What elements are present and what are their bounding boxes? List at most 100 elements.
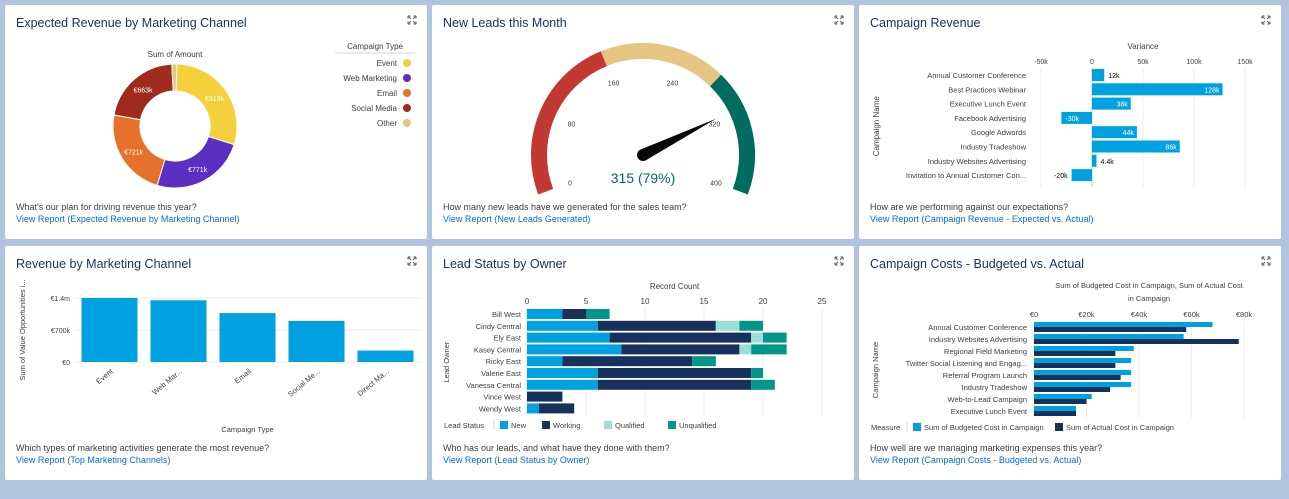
gauge-tick-label: 0 [568, 180, 572, 187]
category-label: Industry Tradeshow [962, 383, 1028, 392]
x-tick-label: €40k [1131, 310, 1148, 319]
expand-icon[interactable] [834, 15, 844, 25]
legend-label: Unqualified [679, 421, 717, 430]
category-label: Web-to-Lead Campaign [948, 395, 1028, 404]
stacked-bar-segment [527, 403, 539, 414]
channel-bar [288, 320, 345, 362]
x-tick-label: 150k [1237, 59, 1253, 66]
category-label: Industry Websites Advertising [928, 157, 1026, 166]
category-label: Best Practices Webinar [948, 85, 1026, 94]
legend-swatch [403, 104, 411, 112]
legend-label: Social Media [351, 104, 397, 113]
card-question: What's our plan for driving revenue this… [16, 202, 197, 212]
x-axis-label: Variance [1128, 42, 1160, 51]
stacked-bar-segment [751, 332, 763, 343]
gauge-needle [640, 118, 717, 161]
gauge-band [709, 74, 755, 195]
view-report-link[interactable]: View Report (Top Marketing Channels) [16, 455, 170, 465]
channel-bar [150, 300, 207, 362]
stacked-bar-segment [751, 344, 787, 355]
stacked-bar-segment [597, 320, 716, 331]
category-label: Wendy West [479, 404, 522, 413]
variance-bar [1071, 169, 1092, 182]
x-tick-label: 100k [1186, 59, 1202, 66]
legend-label: Sum of Actual Cost in Campaign [1066, 423, 1174, 432]
expand-icon[interactable] [407, 256, 417, 266]
stacked-bar-segment [609, 332, 752, 343]
category-label: Kasey Central [474, 345, 521, 354]
x-tick-label: Email [233, 366, 253, 385]
cost-bar [1034, 370, 1132, 375]
y-tick-label: €1.4m [51, 296, 71, 303]
gauge-tick-label: 160 [608, 81, 620, 88]
gauge-chart: 0 80 160 240 320 400 315 (79%) [531, 43, 755, 195]
category-label: Annual Customer Conference [927, 71, 1026, 80]
x-axis-label: Record Count [650, 282, 700, 291]
card-question: Which types of marketing activities gene… [16, 443, 270, 453]
card-title: Expected Revenue by Marketing Channel [16, 16, 247, 30]
view-report-link[interactable]: View Report (New Leads Generated) [443, 214, 590, 224]
category-label: Vince West [483, 393, 522, 402]
data-label: 38k [1116, 102, 1128, 109]
chart-subtitle: Sum of Amount [148, 50, 203, 59]
cost-bar [1034, 346, 1134, 351]
x-tick-label: 10 [641, 297, 650, 306]
view-report-link[interactable]: View Report (Lead Status by Owner) [443, 455, 589, 465]
category-label: Regional Field Marketing [944, 347, 1027, 356]
legend-swatch [403, 74, 411, 82]
data-label: 44k [1123, 130, 1135, 137]
x-tick-label: 0 [525, 297, 530, 306]
expand-icon[interactable] [1261, 15, 1271, 25]
expand-icon[interactable] [1261, 256, 1271, 266]
stacked-bar-segment [527, 391, 563, 402]
variance-bar [1092, 83, 1223, 96]
x-tick-label: 5 [584, 297, 589, 306]
legend-swatch [913, 423, 921, 431]
legend-label: New [511, 421, 527, 430]
card-campaign-costs: Campaign Costs - Budgeted vs. Actual Sum… [859, 246, 1281, 480]
lead-status-chart: Record Count 0 5 10 15 20 25 Lead Owner Bill Wes… [442, 282, 827, 430]
x-tick-label: €80k [1236, 310, 1253, 319]
view-report-link[interactable]: View Report (Campaign Revenue - Expected… [870, 214, 1093, 224]
view-report-link[interactable]: View Report (Campaign Costs - Budgeted v… [870, 455, 1081, 465]
card-campaign-revenue: Campaign Revenue Variance -50k 0 50k 100k 150… [859, 5, 1281, 239]
card-title: Campaign Costs - Budgeted vs. Actual [870, 257, 1085, 271]
category-label: Google Adwords [971, 128, 1026, 137]
card-question: How are we performing against our expect… [870, 202, 1069, 212]
stacked-bar-segment [538, 403, 575, 414]
category-label: Executive Lunch Event [951, 407, 1028, 416]
legend-swatch [1055, 423, 1063, 431]
category-label: Twitter Social Listening and Engag... [906, 359, 1027, 368]
legend-title: Lead Status [444, 421, 484, 430]
cost-bar [1034, 322, 1213, 327]
x-tick-label: 15 [700, 297, 709, 306]
stacked-bar-segment [562, 309, 586, 319]
stacked-bar-segment [751, 379, 775, 390]
legend-title: Campaign Type [347, 42, 403, 51]
y-axis-label: Lead Owner [442, 341, 451, 382]
stacked-bar-segment [763, 332, 787, 343]
cost-bar [1034, 399, 1087, 404]
donut-data-label: €663k [133, 88, 153, 95]
category-label: Valerie East [481, 369, 522, 378]
legend-swatch [403, 119, 411, 127]
cost-bar [1034, 375, 1121, 380]
card-title: Lead Status by Owner [443, 257, 567, 271]
stacked-bar-segment [586, 309, 610, 319]
card-lead-status: Lead Status by Owner Record Count 0 5 10 15 2… [432, 246, 854, 480]
x-tick-label: 0 [1090, 59, 1094, 66]
card-question: How well are we managing marketing expen… [870, 443, 1103, 453]
x-axis-label: Campaign Type [221, 425, 273, 434]
x-tick-label: Web Mar... [150, 367, 183, 397]
view-report-link[interactable]: View Report (Expected Revenue by Marketi… [16, 214, 239, 224]
stacked-bar-segment [527, 320, 598, 331]
expand-icon[interactable] [834, 256, 844, 266]
stacked-bar-segment [621, 344, 740, 355]
cost-bar [1034, 394, 1092, 399]
category-label: Annual Customer Conference [928, 323, 1027, 332]
card-question: Who has our leads, and what have they do… [443, 443, 670, 453]
legend-label: Other [377, 119, 397, 128]
card-new-leads: New Leads this Month 0 80 160 240 320 400 315 … [432, 5, 854, 239]
expand-icon[interactable] [407, 15, 417, 25]
x-tick-label: -50k [1034, 59, 1048, 66]
